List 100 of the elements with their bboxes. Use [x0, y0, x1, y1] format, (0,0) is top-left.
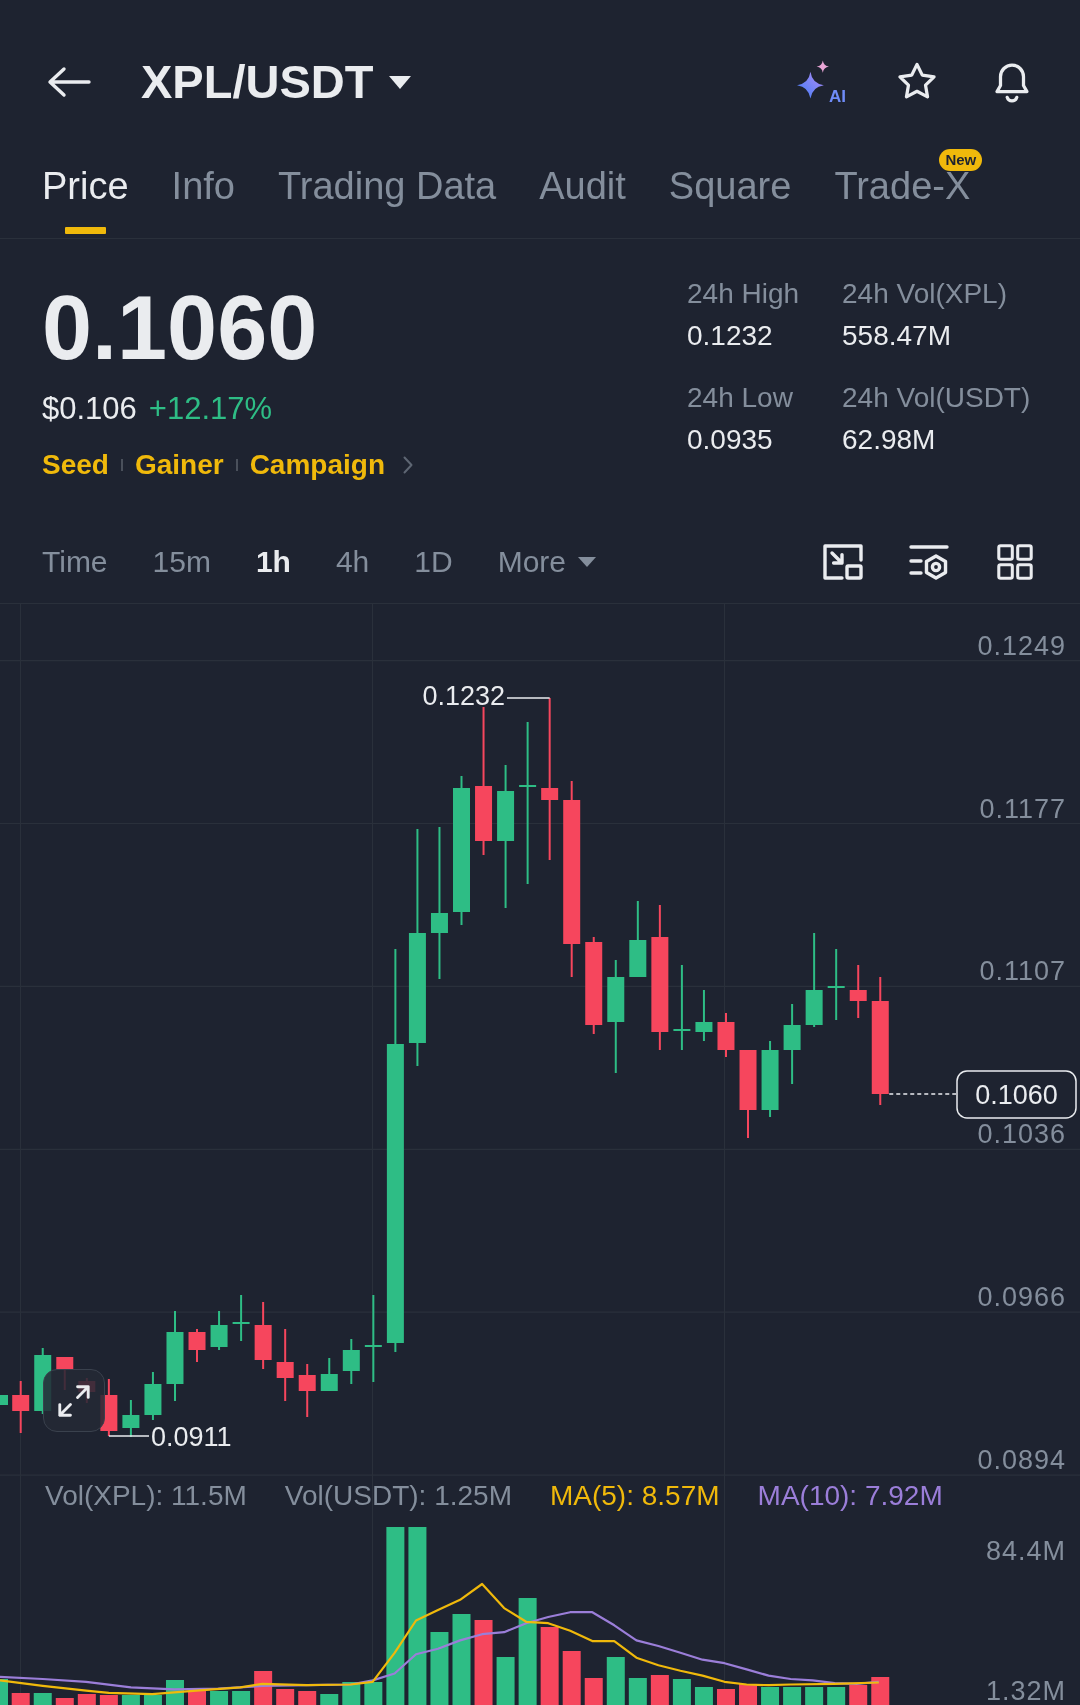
volume-bar	[694, 1687, 713, 1705]
rising-candle	[232, 1294, 250, 1342]
page-tab[interactable]: Square	[668, 149, 792, 238]
volume-axis-label: 1.32M	[985, 1676, 1066, 1705]
volume-bar	[320, 1694, 339, 1705]
stat-value: 0.0935	[687, 423, 773, 457]
interval-tab[interactable]: 4h	[335, 541, 370, 582]
grid-icon[interactable]	[997, 543, 1033, 580]
volume-legend-label: Vol(XPL): 11.5M	[45, 1479, 247, 1513]
volume-bar	[562, 1651, 581, 1705]
rising-candle	[144, 1371, 162, 1421]
volume-bar	[650, 1675, 669, 1705]
volume-bar	[672, 1679, 691, 1705]
falling-candle	[12, 1380, 30, 1434]
volume-bar	[739, 1684, 757, 1705]
category-label[interactable]: Campaign	[249, 447, 385, 483]
interval-tab[interactable]: Time	[42, 541, 108, 582]
volume-bar	[805, 1687, 824, 1705]
caret-down-icon	[578, 556, 597, 567]
leader-line	[506, 697, 551, 699]
interval-tab[interactable]: 15m	[152, 541, 211, 582]
volume-bar	[121, 1695, 140, 1705]
volume-bar	[55, 1698, 74, 1705]
price-axis-label: 0.1107	[979, 956, 1066, 987]
volume-bar	[783, 1687, 802, 1705]
volume-bar	[606, 1657, 625, 1705]
volume-bar	[717, 1689, 735, 1705]
category-label[interactable]: Gainer	[134, 447, 224, 483]
volume-bar	[232, 1691, 251, 1705]
volume-bar	[584, 1678, 603, 1705]
volume-bar	[298, 1691, 317, 1705]
stat-label: 24h Vol(USDT)	[842, 381, 1031, 415]
rising-candle	[210, 1310, 228, 1351]
stat-value: 0.1232	[687, 319, 773, 353]
volume-bar	[33, 1693, 52, 1705]
falling-candle	[849, 964, 867, 1019]
volume-bar	[99, 1695, 118, 1705]
page-tab[interactable]: Trade-X New	[834, 149, 983, 238]
picture-in-picture-icon[interactable]	[823, 541, 863, 582]
last-price: 0.1060	[42, 283, 318, 373]
fiat-price: $0.106	[42, 390, 137, 428]
stat-label: 24h Low	[687, 381, 793, 415]
price-axis-label: 0.0966	[977, 1282, 1066, 1313]
ai-assistant-button[interactable]: AI	[796, 59, 846, 105]
volume-bar	[188, 1691, 206, 1705]
page-tab[interactable]: Audit	[539, 149, 626, 238]
rising-candle	[320, 1357, 338, 1392]
volume-bar	[210, 1691, 229, 1705]
falling-candle	[717, 1012, 735, 1058]
stat-label: 24h High	[687, 277, 800, 311]
stat-label: 24h Vol(XPL)	[842, 277, 1007, 311]
price-axis-label: 0.1177	[979, 793, 1066, 824]
interval-tab[interactable]: 1h	[255, 541, 291, 582]
category-label[interactable]: Seed	[42, 447, 109, 483]
back-arrow-icon[interactable]	[47, 66, 91, 98]
expand-chart-button[interactable]	[43, 1369, 105, 1432]
volume-bar	[496, 1657, 515, 1705]
volume-bar	[364, 1682, 383, 1705]
rising-candle	[695, 989, 713, 1042]
volume-bar	[143, 1695, 162, 1705]
volume-bar	[276, 1689, 295, 1705]
volume-legend-label: MA(5): 8.57M	[549, 1479, 720, 1513]
rising-candle	[122, 1399, 140, 1438]
volume-bar	[628, 1678, 647, 1705]
stat-value: 558.47M	[842, 319, 951, 353]
falling-candle	[188, 1328, 206, 1363]
falling-candle	[254, 1301, 272, 1370]
volume-bar	[871, 1677, 890, 1705]
price-axis-label: 0.1249	[977, 630, 1066, 661]
volume-bar	[761, 1687, 780, 1705]
page-tab[interactable]: Trading Data	[277, 149, 497, 238]
interval-tab[interactable]: More	[497, 541, 597, 582]
volume-axis-label: 84.4M	[985, 1536, 1066, 1566]
sparkle-icon	[796, 59, 829, 101]
stat-value: 62.98M	[842, 423, 936, 457]
volume-bar	[827, 1687, 846, 1705]
rising-candle	[342, 1338, 360, 1385]
new-badge: New	[939, 149, 983, 171]
leader-line	[108, 1435, 150, 1437]
volume-bar	[77, 1694, 96, 1705]
volume-bar	[0, 1679, 8, 1705]
high-price-label: 0.1232	[422, 681, 505, 711]
page-tab[interactable]: Info	[171, 149, 235, 238]
low-price-label: 0.0911	[151, 1422, 232, 1452]
page-tab[interactable]: Price	[42, 149, 129, 238]
volume-legend-label: MA(10): 7.92M	[757, 1479, 943, 1513]
expand-icon	[58, 1384, 90, 1417]
price-axis-label: 0.1036	[977, 1119, 1066, 1150]
pair-selector[interactable]: XPL/USDT	[141, 54, 412, 110]
caret-down-icon	[389, 75, 412, 89]
volume-bar	[11, 1693, 30, 1705]
price-axis-label: 0.0894	[977, 1445, 1066, 1476]
last-price-line	[888, 1093, 957, 1095]
falling-candle	[298, 1363, 316, 1418]
volume-bar	[849, 1685, 868, 1705]
rising-candle	[0, 1395, 8, 1405]
price-change: +12.17%	[148, 390, 273, 428]
chevron-right-icon	[403, 456, 413, 474]
last-price-tag: 0.1060	[956, 1070, 1077, 1119]
interval-tab[interactable]: 1D	[414, 541, 453, 582]
